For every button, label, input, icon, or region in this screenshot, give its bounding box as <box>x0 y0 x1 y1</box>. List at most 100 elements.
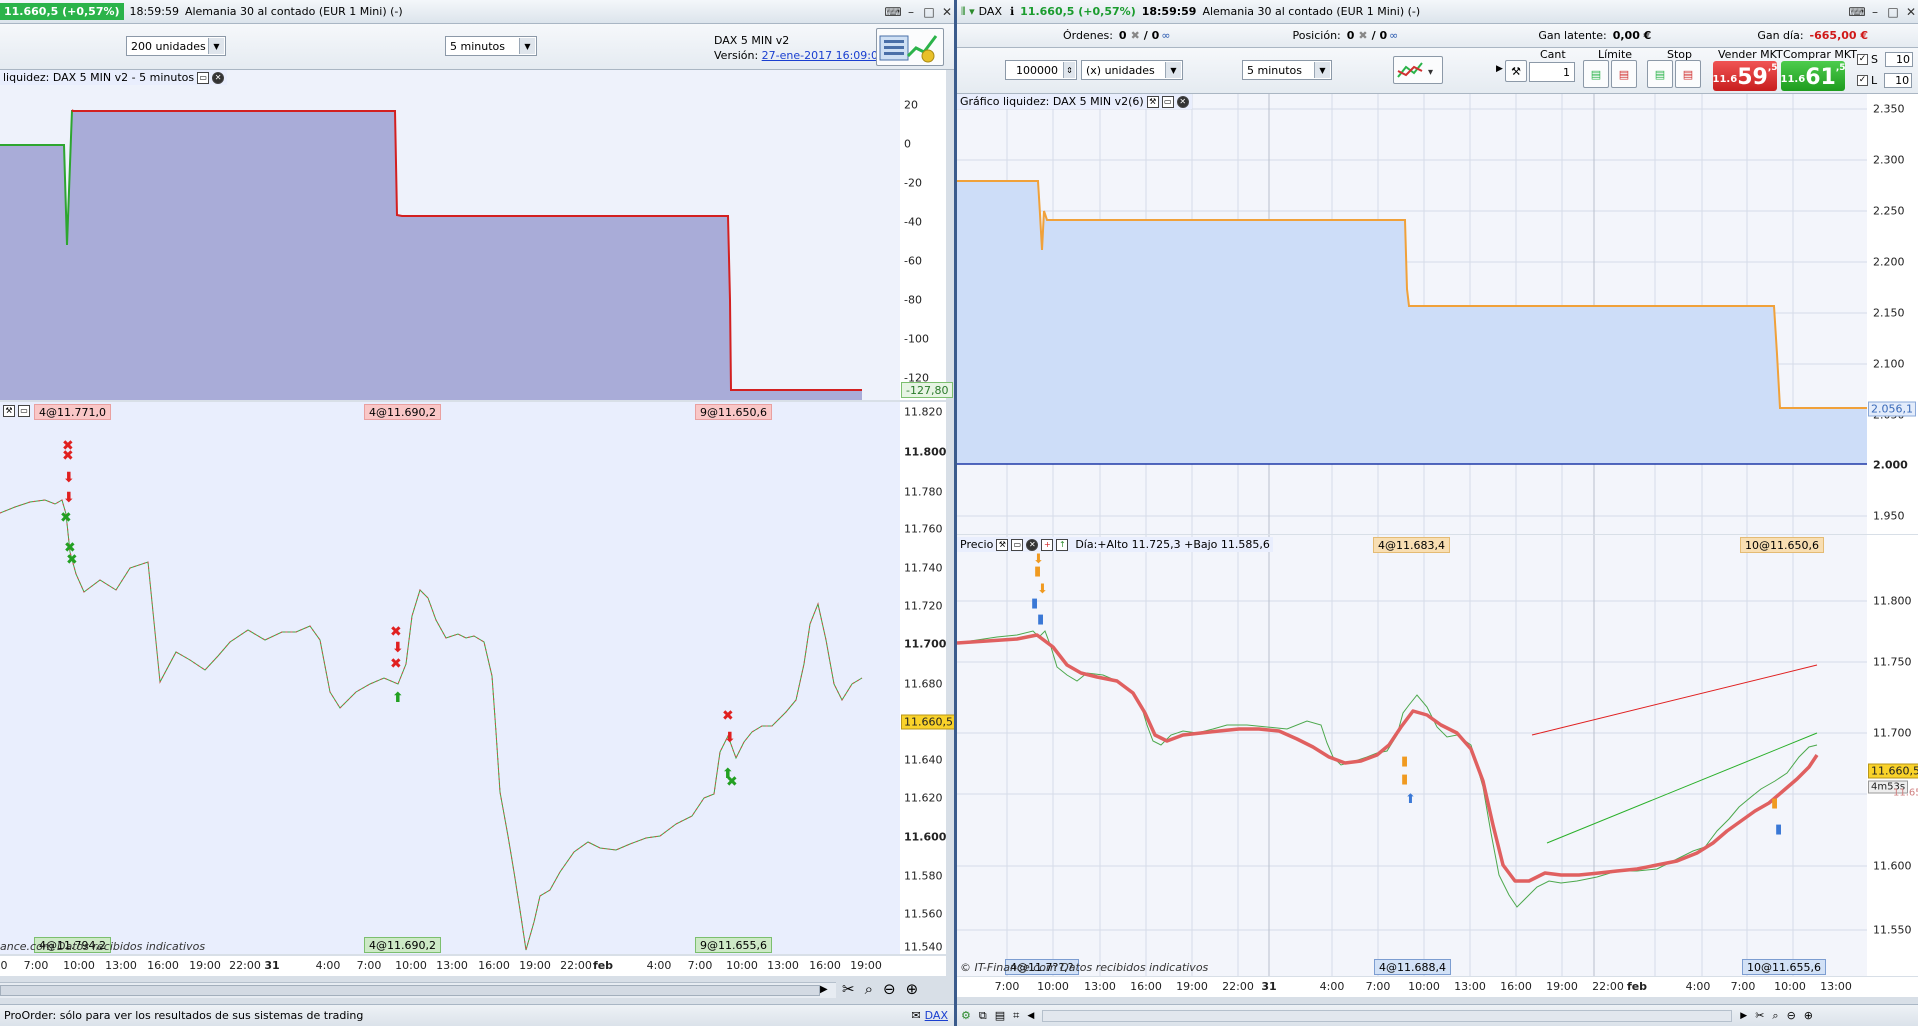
sell-price-small: 11.6 <box>1712 74 1738 85</box>
zoom-in-icon[interactable]: ⊕ <box>1804 1009 1813 1022</box>
close-icon[interactable]: ✕ <box>940 5 954 19</box>
x-tick: 16:00 <box>147 959 179 972</box>
y-tick: 11.600 <box>904 830 947 844</box>
scroll-left-arrow[interactable]: ◀ <box>1027 1011 1034 1021</box>
chart-type-icon[interactable]: ⫴ ▾ <box>961 5 975 19</box>
right-price-y-axis: 11.800 11.750 11.700 11.600 11.550 11.66… <box>1867 535 1918 976</box>
zoom-out-icon[interactable]: ⊖ <box>1787 1009 1796 1022</box>
last-price-tag: 11.660,5 <box>1868 763 1918 779</box>
units-select[interactable]: (x) unidades ▼ <box>1081 60 1183 80</box>
buy-mkt-button[interactable]: 11.6 61 ,5 <box>1781 61 1846 91</box>
keyboard-icon[interactable]: ⌨ <box>884 5 901 19</box>
zoom-tools: ✂ ⌕ ⊖ ⊕ <box>842 980 918 998</box>
left-scrollbar[interactable] <box>0 982 836 998</box>
x-tick: 13:00 <box>1454 980 1486 993</box>
version-link[interactable]: 27-ene-2017 16:09:01 <box>762 49 885 62</box>
qty-input[interactable]: 1 <box>1529 62 1575 82</box>
wrench-icon[interactable]: ⚒ <box>996 538 1009 551</box>
left-price-chart[interactable]: ✖ ✖ ⬇ ⬇ ✖ ⬇ ✖ ✖ ⬇ ✖ ✖ ✖ ⬆ ⬆ ✖ ⚒ ▭ 4@11.771,0 4@1… <box>0 402 900 954</box>
trade-tag: 9@11.650,6 <box>695 404 772 420</box>
zoom-area-icon[interactable]: ⌕ <box>865 980 873 998</box>
position-cancel-icon[interactable]: ✖ <box>1358 29 1367 42</box>
s-checkbox[interactable]: ✓ <box>1857 54 1868 65</box>
x-tick: 10:00 <box>63 959 95 972</box>
close-icon[interactable]: ✕ <box>1904 5 1918 19</box>
indicators-button[interactable]: ▾ <box>1393 56 1443 84</box>
trade-tag: 10@11.655,6 <box>1742 959 1826 975</box>
fibonacci-icon[interactable]: ⧉ <box>979 1009 987 1023</box>
scroll-right-arrow[interactable]: ▶ <box>1740 1011 1747 1021</box>
stop-sell-button[interactable]: ▤ <box>1675 60 1701 88</box>
s-label: S <box>1871 53 1878 66</box>
chart-tools-row: ⚒ ▭ <box>0 404 33 418</box>
window-icon[interactable]: ▭ <box>197 71 210 84</box>
x-tick: 31 <box>264 959 280 972</box>
stop-buy-button[interactable]: ▤ <box>1647 60 1673 88</box>
right-scrollbar[interactable] <box>1042 1009 1733 1022</box>
right-price-chart[interactable]: ⬇ ▮ ⬇ ▮ ▮ ▮ ▮ ⬆ ▮ ▮ Precio ⚒ ▭ ✕ + ↑ Día:+Alt… <box>957 535 1867 976</box>
l-input[interactable]: 10 <box>1884 73 1913 88</box>
link-icon[interactable]: ∞ <box>1161 29 1170 42</box>
link-icon[interactable]: ∞ <box>1389 29 1398 42</box>
s-input[interactable]: 10 <box>1884 52 1913 67</box>
scroll-thumb[interactable] <box>0 985 820 996</box>
drawing-tools-icon[interactable]: ⚙ <box>961 1009 971 1022</box>
crosshair-icon[interactable]: ✂ <box>842 980 855 998</box>
window-icon[interactable]: ▭ <box>1161 95 1174 108</box>
y-tick: 1.950 <box>1873 509 1905 523</box>
capital-input-value: 100000 <box>1016 63 1058 77</box>
mail-icon[interactable]: ✉ <box>911 1009 920 1022</box>
text-tool-icon[interactable]: ▤ <box>995 1009 1005 1022</box>
units-select[interactable]: 200 unidades ▼ <box>126 36 226 56</box>
right-equity-chart[interactable]: Gráfico liquidez: DAX 5 MIN v2(6) ⚒ ▭ ✕ <box>957 94 1867 534</box>
svg-text:✖: ✖ <box>722 708 734 724</box>
crosshair-icon[interactable]: ✂ <box>1755 1009 1764 1022</box>
limit-buy-button[interactable]: ▤ <box>1583 60 1609 88</box>
x-tick: 7:00 <box>23 959 49 972</box>
zoom-out-icon[interactable]: ⊖ <box>883 980 896 998</box>
zoom-in-icon[interactable]: ⊕ <box>906 980 919 998</box>
y-tick: 11.740 <box>904 561 943 575</box>
info-icon[interactable]: ℹ <box>1010 5 1014 18</box>
timeframe-select[interactable]: 5 minutos ▼ <box>445 36 537 56</box>
zoom-area-icon[interactable]: ⌕ <box>1772 1009 1778 1023</box>
trade-tag: 9@11.655,6 <box>695 937 772 953</box>
sell-header: Vender MKT <box>1718 48 1783 61</box>
arrow-up-icon[interactable]: ↑ <box>1056 538 1069 551</box>
channel-tool-icon[interactable]: ⌗ <box>1013 1009 1019 1023</box>
backtest-report-icon[interactable] <box>876 28 944 66</box>
x-tick: 16:00 <box>478 959 510 972</box>
x-tick: 16:00 <box>809 959 841 972</box>
stepper-icon[interactable]: ⇕ <box>1063 62 1075 78</box>
add-indicator-icon[interactable]: + <box>1041 538 1054 551</box>
sell-mkt-button[interactable]: 11.6 59 ,5 <box>1712 61 1778 91</box>
maximize-icon[interactable]: □ <box>922 5 936 19</box>
maximize-icon[interactable]: □ <box>1886 5 1900 19</box>
wrench-icon[interactable]: ⚒ <box>1146 95 1159 108</box>
left-equity-plot <box>0 109 862 400</box>
minimize-icon[interactable]: – <box>904 5 918 19</box>
minimize-icon[interactable]: – <box>1868 5 1882 19</box>
keyboard-icon[interactable]: ⌨ <box>1848 5 1865 19</box>
left-equity-chart[interactable]: liquidez: DAX 5 MIN v2 - 5 minutos ▭ ✕ <box>0 70 900 400</box>
window-icon[interactable]: ▭ <box>1011 538 1024 551</box>
close-icon[interactable]: ✕ <box>1026 538 1039 551</box>
limit-sell-button[interactable]: ▤ <box>1611 60 1637 88</box>
timeframe-select[interactable]: 5 minutos ▼ <box>1242 60 1332 80</box>
close-icon[interactable]: ✕ <box>1176 95 1189 108</box>
dax-link[interactable]: DAX <box>925 1009 948 1022</box>
l-checkbox[interactable]: ✓ <box>1857 75 1868 86</box>
wrench-icon[interactable]: ⚒ <box>1505 60 1527 82</box>
close-icon[interactable]: ✕ <box>212 71 225 84</box>
svg-text:✖: ✖ <box>390 656 402 672</box>
capital-input[interactable]: 100000 ⇕ <box>1005 60 1077 80</box>
expand-arrow[interactable]: ▶ <box>1496 64 1503 74</box>
wrench-icon[interactable]: ⚒ <box>3 405 15 417</box>
s-checkbox-row[interactable]: ✓ S 10 <box>1857 52 1913 67</box>
orders-cancel-icon[interactable]: ✖ <box>1131 29 1140 42</box>
window-icon[interactable]: ▭ <box>18 405 30 417</box>
sell-price-sup: ,5 <box>1767 63 1778 73</box>
l-checkbox-row[interactable]: ✓ L 10 <box>1857 73 1913 88</box>
scroll-right-arrow[interactable]: ▶ <box>820 984 828 995</box>
watermark: ance.com Datos recibidos indicativos <box>0 940 206 953</box>
